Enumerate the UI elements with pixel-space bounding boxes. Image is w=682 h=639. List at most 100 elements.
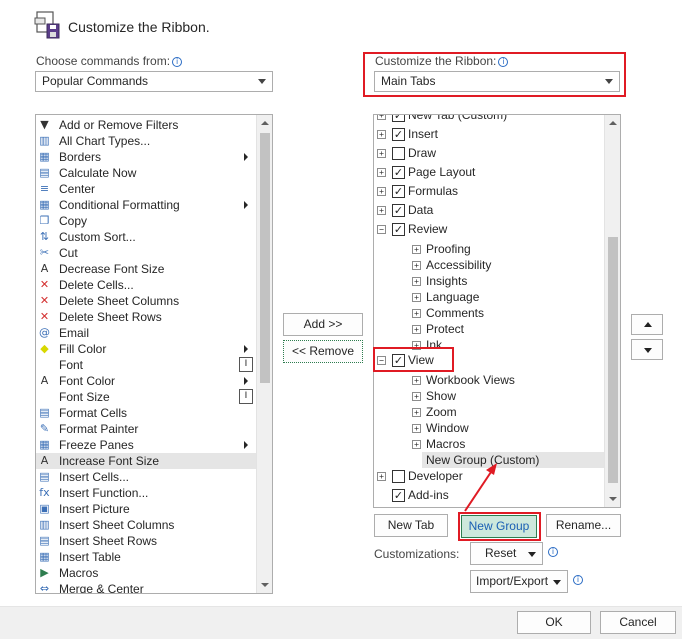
command-item[interactable]: ✕ Delete Sheet Columns <box>36 293 256 309</box>
command-item[interactable]: Font Size I <box>36 389 256 405</box>
checkbox[interactable]: ✓ <box>392 166 405 179</box>
scroll-up-icon[interactable] <box>257 115 272 131</box>
checkbox[interactable]: ✓ <box>392 115 405 122</box>
add-button[interactable]: Add >> <box>283 313 363 336</box>
checkbox[interactable]: ✓ <box>392 489 405 502</box>
command-item[interactable]: Font I <box>36 357 256 373</box>
command-item[interactable]: ▶ Macros <box>36 565 256 581</box>
command-item[interactable]: ▣ Insert Picture <box>36 501 256 517</box>
command-item[interactable]: ▤ Insert Sheet Rows <box>36 533 256 549</box>
sort-icon: ⇅ <box>39 230 50 243</box>
reset-button[interactable]: Reset <box>470 542 543 565</box>
command-item[interactable]: ▤ Calculate Now <box>36 165 256 181</box>
expand-icon[interactable]: + <box>377 115 386 120</box>
command-item[interactable]: ▼ Add or Remove Filters <box>36 117 256 133</box>
command-item[interactable]: ⇔ Merge & Center <box>36 581 256 593</box>
customize-ribbon-icon <box>34 10 62 42</box>
commands-list[interactable]: ▼ Add or Remove Filters ▥ All Chart Types..… <box>35 114 273 594</box>
rename-button[interactable]: Rename... <box>546 514 621 537</box>
move-down-button[interactable] <box>631 339 663 360</box>
command-item[interactable]: A Increase Font Size <box>36 453 256 469</box>
scroll-down-icon[interactable] <box>257 577 272 593</box>
command-item[interactable]: ▤ Insert Cells... <box>36 469 256 485</box>
expand-icon[interactable]: + <box>412 309 421 318</box>
scissors-icon: ✂ <box>39 246 50 259</box>
info-icon[interactable]: i <box>548 547 558 557</box>
command-item[interactable]: ▦ Freeze Panes <box>36 437 256 453</box>
info-icon[interactable]: i <box>573 575 583 585</box>
ribbon-tab-item[interactable]: + ✓ Formulas <box>374 182 605 201</box>
expand-icon[interactable]: + <box>412 376 421 385</box>
command-label: Insert Picture <box>59 502 130 516</box>
import-export-button[interactable]: Import/Export <box>470 570 568 593</box>
choose-commands-dropdown[interactable]: Popular Commands <box>35 71 273 92</box>
new-tab-button[interactable]: New Tab <box>374 514 448 537</box>
command-item[interactable]: ❐ Copy <box>36 213 256 229</box>
command-item[interactable]: ✕ Delete Sheet Rows <box>36 309 256 325</box>
command-item[interactable]: ≡ Center <box>36 181 256 197</box>
info-icon[interactable]: i <box>172 57 183 67</box>
ribbon-tab-item[interactable]: + ✓ Page Layout <box>374 163 605 182</box>
ribbon-tab-item[interactable]: + ✓ Data <box>374 201 605 220</box>
checkbox[interactable]: ✓ <box>392 223 405 236</box>
command-item[interactable]: A Decrease Font Size <box>36 261 256 277</box>
chevron-down-icon <box>258 79 266 84</box>
ribbon-tab-item[interactable]: + ✓ New Tab (Custom) <box>374 114 605 125</box>
expand-icon[interactable]: + <box>412 277 421 286</box>
expand-icon[interactable]: + <box>377 206 386 215</box>
command-item[interactable]: ✕ Delete Cells... <box>36 277 256 293</box>
command-label: Increase Font Size <box>59 454 160 468</box>
expand-icon[interactable]: + <box>377 168 386 177</box>
scroll-down-icon[interactable] <box>605 491 620 507</box>
expand-icon[interactable]: + <box>412 408 421 417</box>
tab-label: New Tab (Custom) <box>408 114 508 122</box>
command-item[interactable]: ▥ All Chart Types... <box>36 133 256 149</box>
command-item[interactable]: fx Insert Function... <box>36 485 256 501</box>
ribbon-tabs-tree[interactable]: + ✓ New Tab (Custom) + ✓ Insert + Draw + ✓ Page La… <box>373 114 621 508</box>
command-item[interactable]: ▦ Borders <box>36 149 256 165</box>
command-item[interactable]: ▦ Insert Table <box>36 549 256 565</box>
expand-icon[interactable]: + <box>412 245 421 254</box>
checkbox[interactable] <box>392 147 405 160</box>
scroll-thumb[interactable] <box>608 237 618 483</box>
scroll-thumb[interactable] <box>260 133 270 383</box>
command-item[interactable]: ▥ Insert Sheet Columns <box>36 517 256 533</box>
checkbox[interactable]: ✓ <box>392 185 405 198</box>
command-item[interactable]: ✎ Format Painter <box>36 421 256 437</box>
command-item[interactable]: ◆ Fill Color <box>36 341 256 357</box>
remove-button[interactable]: << Remove <box>283 340 363 363</box>
checkbox[interactable]: ✓ <box>392 204 405 217</box>
freeze-panes-icon: ▦ <box>39 438 50 451</box>
font-box-icon: I <box>239 389 253 404</box>
command-label: Insert Function... <box>59 486 149 500</box>
scroll-up-icon[interactable] <box>605 115 620 131</box>
command-item[interactable]: A Font Color <box>36 373 256 389</box>
expand-icon[interactable]: + <box>377 472 386 481</box>
ok-button[interactable]: OK <box>517 611 591 634</box>
checkbox[interactable] <box>392 470 405 483</box>
commands-scrollbar[interactable] <box>256 115 272 593</box>
expand-icon[interactable]: + <box>412 440 421 449</box>
expand-icon[interactable]: + <box>412 293 421 302</box>
expand-icon[interactable]: + <box>412 261 421 270</box>
command-label: Add or Remove Filters <box>59 118 179 132</box>
ribbon-tab-item[interactable]: + ✓ Insert <box>374 125 605 144</box>
expand-icon[interactable]: + <box>377 130 386 139</box>
expand-icon[interactable]: + <box>412 325 421 334</box>
command-item[interactable]: ✂ Cut <box>36 245 256 261</box>
command-item[interactable]: @ Email <box>36 325 256 341</box>
tree-scrollbar[interactable] <box>604 115 620 507</box>
command-item[interactable]: ▦ Conditional Formatting <box>36 197 256 213</box>
expand-icon[interactable]: + <box>377 187 386 196</box>
move-up-button[interactable] <box>631 314 663 335</box>
expand-icon[interactable]: + <box>377 149 386 158</box>
ribbon-tab-item[interactable]: + Draw <box>374 144 605 163</box>
collapse-icon[interactable]: − <box>377 225 386 234</box>
expand-icon[interactable]: + <box>412 392 421 401</box>
command-item[interactable]: ⇅ Custom Sort... <box>36 229 256 245</box>
ribbon-tab-item[interactable]: − ✓ Review <box>374 220 605 239</box>
checkbox[interactable]: ✓ <box>392 128 405 141</box>
command-item[interactable]: ▤ Format Cells <box>36 405 256 421</box>
cancel-button[interactable]: Cancel <box>600 611 676 634</box>
expand-icon[interactable]: + <box>412 424 421 433</box>
